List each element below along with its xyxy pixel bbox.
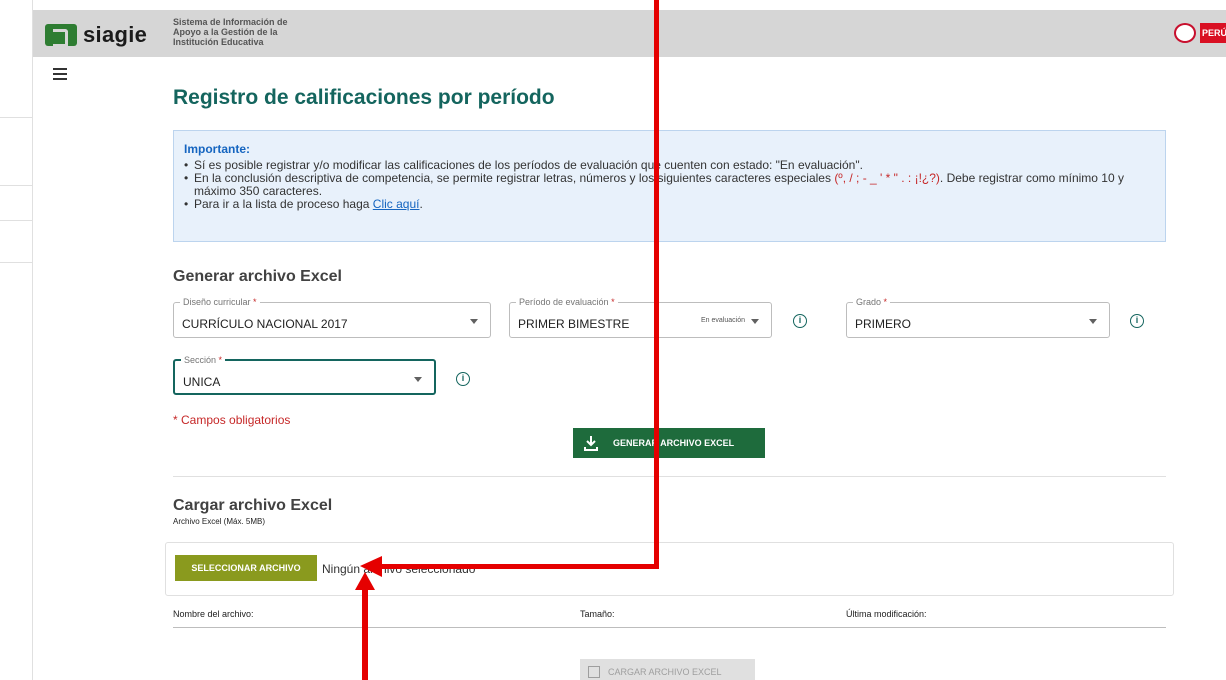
periodo-info-icon[interactable]: i	[793, 314, 807, 328]
seccion-value: UNICA	[183, 375, 221, 389]
sidebar-divider	[0, 185, 33, 186]
file-size-note: Archivo Excel (Máx. 5MB)	[173, 517, 266, 526]
upload-excel-heading: Cargar archivo Excel	[173, 497, 333, 514]
menu-icon[interactable]	[53, 68, 67, 80]
chevron-down-icon	[751, 319, 759, 324]
section-divider	[173, 476, 1166, 477]
siagie-logo-icon	[45, 24, 77, 47]
annotation-arrow-up	[355, 572, 375, 680]
seccion-info-icon[interactable]: i	[456, 372, 470, 386]
chevron-down-icon	[1089, 319, 1097, 324]
table-header-divider	[173, 627, 1166, 628]
generate-excel-heading: Generar archivo Excel	[173, 268, 342, 285]
column-header-size: Tamaño:	[580, 609, 615, 619]
seccion-select[interactable]: Sección * UNICA	[173, 355, 436, 395]
notice-item: Para ir a la lista de proceso haga Clic …	[184, 197, 1155, 212]
column-header-modified: Última modificación:	[846, 609, 927, 619]
load-excel-button[interactable]: CARGAR ARCHIVO EXCEL	[580, 659, 755, 680]
download-icon	[584, 436, 598, 451]
process-list-link[interactable]: Clic aquí	[373, 197, 420, 211]
chevron-down-icon	[470, 319, 478, 324]
annotation-arrow-line	[654, 0, 659, 568]
generate-excel-button[interactable]: GENERAR ARCHIVO EXCEL	[573, 428, 765, 458]
generate-excel-label: GENERAR ARCHIVO EXCEL	[613, 438, 735, 448]
country-label: PERÚ	[1200, 23, 1226, 43]
page: siagie Sistema de Información de Apoyo a…	[0, 0, 1226, 680]
notice-item: En la conclusión descriptiva de competen…	[184, 172, 1155, 198]
file-upload-card: SELECCIONAR ARCHIVO Ningún archivo selec…	[165, 542, 1174, 596]
sidebar-divider	[0, 220, 33, 221]
system-subtitle: Sistema de Información de Apoyo a la Ges…	[173, 17, 288, 47]
top-header-bar: siagie Sistema de Información de Apoyo a…	[33, 10, 1226, 57]
diseno-curricular-value: CURRÍCULO NACIONAL 2017	[182, 317, 348, 331]
peru-shield-icon	[1174, 23, 1196, 43]
periodo-evaluacion-value: PRIMER BIMESTRE	[518, 317, 630, 331]
select-file-button[interactable]: SELECCIONAR ARCHIVO	[175, 555, 317, 581]
sidebar-divider	[0, 117, 33, 118]
periodo-evaluacion-select[interactable]: Período de evaluación * PRIMER BIMESTRE …	[509, 297, 772, 338]
grado-value: PRIMERO	[855, 317, 912, 331]
column-header-name: Nombre del archivo:	[173, 609, 254, 619]
siagie-logo[interactable]: siagie	[45, 22, 147, 48]
grado-select[interactable]: Grado * PRIMERO	[846, 297, 1110, 338]
chevron-down-icon	[414, 377, 422, 382]
left-sidebar-strip	[0, 0, 33, 680]
load-excel-label: CARGAR ARCHIVO EXCEL	[608, 667, 722, 677]
logo-text: siagie	[83, 22, 148, 47]
periodo-status: En evaluación	[701, 317, 745, 324]
grado-info-icon[interactable]: i	[1130, 314, 1144, 328]
important-notice: Importante: Sí es posible registrar y/o …	[173, 130, 1166, 242]
special-characters: (º, / ; - _ ' * " . : ¡!¿?)	[834, 171, 940, 185]
required-fields-note: * Campos obligatorios	[173, 413, 291, 427]
upload-file-icon	[588, 666, 600, 678]
diseno-curricular-select[interactable]: Diseño curricular * CURRÍCULO NACIONAL 2…	[173, 297, 491, 338]
annotation-arrow-line	[378, 564, 659, 569]
sidebar-divider	[0, 262, 33, 263]
notice-title: Importante:	[184, 142, 250, 156]
peru-brand: PERÚ	[1174, 23, 1226, 43]
page-title: Registro de calificaciones por período	[173, 86, 555, 109]
